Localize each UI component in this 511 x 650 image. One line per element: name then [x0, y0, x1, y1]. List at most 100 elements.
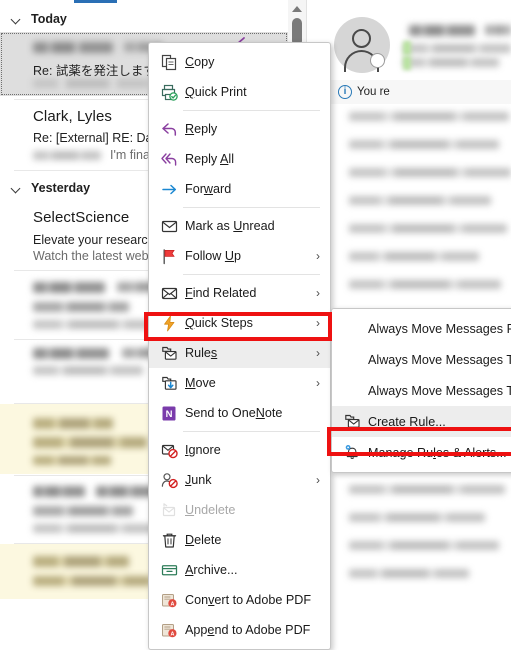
body-redacted [349, 112, 509, 121]
mail-subject: Re: 試薬を発注します [33, 64, 156, 78]
submenu-item-create-rule[interactable]: Create Rule... [332, 406, 511, 437]
chevron-down-icon [12, 15, 21, 24]
svg-text:A: A [170, 631, 174, 637]
ignore-icon [157, 440, 181, 460]
mail-header-redacted [403, 44, 511, 53]
outlook-window: Today Re: 試薬を発注します Clark, Lyles Re: [Ext… [0, 0, 511, 650]
menu-item-label: Find Related [185, 286, 257, 300]
menu-item-label: Convert to Adobe PDF [185, 593, 312, 607]
body-redacted [349, 168, 511, 177]
move-icon [157, 373, 181, 393]
chevron-right-icon: › [316, 346, 320, 360]
context-menu[interactable]: Copy Quick Print Reply Reply All Forward Mark… [148, 42, 331, 650]
menu-item-label: Reply [185, 122, 218, 136]
preview-redacted [33, 79, 149, 88]
menu-item-label: Rules [185, 346, 218, 360]
submenu-item-label: Always Move Messages Fro [368, 321, 511, 336]
flag-icon [157, 246, 181, 266]
menu-item-label: Copy [185, 55, 215, 69]
menu-item-label: Forward [185, 182, 232, 196]
rules-icon [157, 343, 181, 363]
menu-item-label: Quick Print [185, 85, 247, 99]
menu-item-label: Junk [185, 473, 212, 487]
menu-item-send-to-onenote[interactable]: N Send to OneNote [149, 398, 330, 428]
chevron-down-icon [12, 184, 21, 193]
menu-item-append-to-adobe-pdf[interactable]: A Append to Adobe PDF [149, 615, 330, 645]
presence-icon [370, 53, 385, 68]
active-tab-indicator [74, 0, 117, 3]
menu-item-junk[interactable]: Junk › [149, 465, 330, 495]
menu-item-forward[interactable]: Forward [149, 174, 330, 204]
group-header-today[interactable]: Today [0, 6, 288, 32]
menu-item-copy[interactable]: Copy [149, 47, 330, 77]
menu-item-rules[interactable]: Rules › [149, 338, 330, 368]
quick-print-icon [157, 82, 181, 102]
menu-item-label: Mark as Unread [185, 219, 275, 233]
chevron-right-icon: › [316, 286, 320, 300]
submenu-icon-none [340, 381, 364, 401]
menu-item-label: Undelete [185, 503, 236, 517]
body-redacted [349, 485, 505, 494]
junk-icon [157, 470, 181, 490]
menu-item-label: Send to OneNote [185, 406, 283, 420]
subject-redacted [33, 302, 129, 312]
body-redacted [349, 196, 491, 205]
menu-item-label: Follow Up [185, 249, 242, 263]
menu-item-reply-all[interactable]: Reply All [149, 144, 330, 174]
mail-subject: Elevate your research i [33, 233, 161, 247]
find-related-icon [157, 283, 181, 303]
body-redacted [349, 140, 499, 149]
mail-subject: Re: [External] RE: Data [33, 131, 163, 145]
subject-redacted [33, 437, 147, 448]
menu-item-delete[interactable]: Delete [149, 525, 330, 555]
menu-item-label: Archive... [185, 563, 238, 577]
mail-sender: SelectScience [33, 209, 130, 226]
menu-item-quick-steps[interactable]: Quick Steps › [149, 308, 330, 338]
menu-item-undelete: Undelete [149, 495, 330, 525]
menu-item-find-related[interactable]: Find Related › [149, 278, 330, 308]
menu-item-mark-as-unread[interactable]: Mark as Unread [149, 211, 330, 241]
menu-item-convert-to-adobe-pdf[interactable]: A Convert to Adobe PDF [149, 585, 330, 615]
submenu-item-label: Create Rule... [368, 414, 446, 429]
menu-separator [183, 207, 320, 208]
sender-redacted [33, 556, 129, 567]
svg-text:N: N [165, 409, 172, 420]
mail-header-redacted [403, 58, 499, 67]
submenu-item-always-move-messages-to[interactable]: Always Move Messages To: [332, 344, 511, 375]
menu-item-move[interactable]: Move › [149, 368, 330, 398]
copy-icon [157, 52, 181, 72]
quick-steps-icon [157, 313, 181, 333]
menu-item-reply[interactable]: Reply [149, 114, 330, 144]
adobe-pdf-icon: A [157, 590, 181, 610]
info-icon: i [338, 85, 352, 99]
scroll-up-arrow-icon[interactable] [292, 6, 302, 12]
info-bar-text: You re [357, 86, 390, 98]
sender-redacted [33, 282, 105, 293]
menu-item-label: Reply All [185, 152, 235, 166]
submenu-item-label: Always Move Messages To: [368, 352, 511, 367]
rules-icon [340, 412, 364, 432]
submenu-item-always-move-messages-fro[interactable]: Always Move Messages Fro [332, 313, 511, 344]
menu-item-quick-print[interactable]: Quick Print [149, 77, 330, 107]
reply-all-icon [157, 149, 181, 169]
body-redacted [349, 569, 469, 578]
preview-redacted [33, 524, 159, 533]
body-redacted [349, 513, 485, 522]
undelete-icon [157, 500, 181, 520]
menu-item-label: Ignore [185, 443, 221, 457]
submenu-item-manage-rules-alerts[interactable]: Manage Rules & Alerts... [332, 437, 511, 468]
sender-redacted [33, 348, 109, 359]
submenu-icon-none [340, 319, 364, 339]
highlight-marker [403, 41, 411, 55]
menu-item-label: Move [185, 376, 216, 390]
avatar-head [352, 29, 371, 48]
menu-item-ignore[interactable]: Ignore [149, 435, 330, 465]
submenu-item-always-move-messages-to[interactable]: Always Move Messages To: [332, 375, 511, 406]
rules-submenu[interactable]: Always Move Messages Fro Always Move Mess… [331, 308, 511, 473]
forward-icon [157, 179, 181, 199]
info-bar: i You re [331, 80, 511, 104]
menu-separator [183, 431, 320, 432]
menu-item-follow-up[interactable]: Follow Up › [149, 241, 330, 271]
menu-item-archive[interactable]: Archive... [149, 555, 330, 585]
group-label: Today [31, 12, 67, 26]
